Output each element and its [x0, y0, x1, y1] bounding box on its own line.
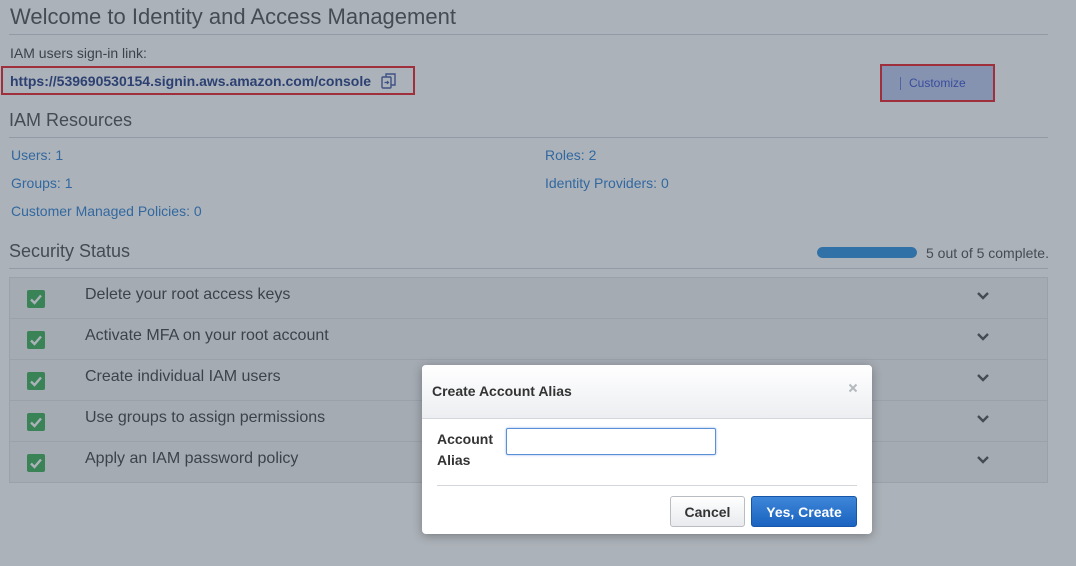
dialog-divider: [437, 485, 857, 486]
create-account-alias-dialog: Create Account Alias Account Alias Cance…: [422, 365, 872, 534]
account-alias-label: Account Alias: [437, 431, 493, 468]
dialog-header: Create Account Alias: [422, 365, 872, 419]
cancel-button[interactable]: Cancel: [670, 496, 745, 527]
account-alias-input[interactable]: [506, 428, 716, 455]
yes-create-button[interactable]: Yes, Create: [751, 496, 857, 527]
dialog-title: Create Account Alias: [432, 383, 572, 399]
close-icon[interactable]: [846, 381, 860, 395]
